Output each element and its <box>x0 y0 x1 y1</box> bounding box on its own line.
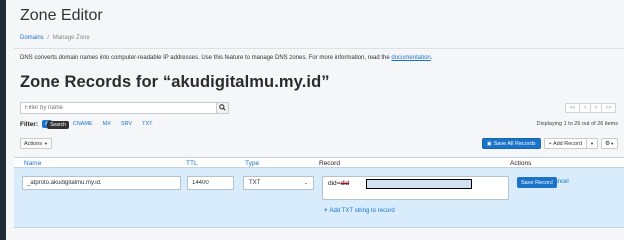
record-prefix: did= <box>328 180 341 187</box>
filter-srv[interactable]: SRV <box>121 121 132 127</box>
record-toolbar: ▣ Save All Records + Add Record ▼ ⚙ ▼ <box>481 138 618 149</box>
documentation-link[interactable]: documentation <box>391 55 430 61</box>
header-divider <box>14 48 624 49</box>
save-icon: ▣ <box>486 140 492 147</box>
ttl-field[interactable] <box>187 176 234 190</box>
type-filter-row: Filter: A Search CNAME MX SRV TXT <box>20 120 157 129</box>
search-button[interactable] <box>216 102 229 114</box>
chevron-down-icon: ▼ <box>590 141 594 146</box>
cancel-link[interactable]: Cancel <box>550 179 569 185</box>
type-select[interactable]: TXT ⌄ <box>243 176 314 190</box>
chevron-down-icon: ▼ <box>610 141 615 146</box>
header-actions: Actions <box>510 160 532 167</box>
filter-cname[interactable]: CNAME <box>73 121 93 127</box>
first-page-button[interactable]: << <box>565 103 580 113</box>
settings-button[interactable]: ⚙ ▼ <box>601 138 618 149</box>
intro-text: DNS converts domain names into computer-… <box>20 55 432 61</box>
chevron-down-icon: ⌄ <box>303 180 308 186</box>
header-name[interactable]: Name <box>24 160 41 167</box>
redacted-value <box>366 179 472 189</box>
intro-end: . <box>430 55 433 61</box>
header-ttl[interactable]: TTL <box>186 160 198 167</box>
displaying-count: Displaying 1 to 26 out of 26 items <box>536 121 618 127</box>
page-title: Zone Editor <box>20 7 103 24</box>
breadcrumb-separator: / <box>47 35 50 41</box>
save-all-label: Save All Records <box>493 140 536 147</box>
pagination: << < > >> <box>565 103 616 113</box>
search-tooltip: Search <box>47 121 69 129</box>
filter-input[interactable] <box>20 102 216 114</box>
last-page-button[interactable]: >> <box>601 103 616 113</box>
add-txt-string-link[interactable]: + Add TXT string to record <box>324 208 395 214</box>
filter-search <box>20 102 229 114</box>
header-type[interactable]: Type <box>245 160 259 167</box>
filter-label: Filter: <box>20 120 39 128</box>
type-select-value: TXT <box>249 180 261 186</box>
record-textarea[interactable]: did=did <box>322 176 509 200</box>
add-txt-label: Add TXT string to record <box>329 208 395 214</box>
name-field[interactable] <box>22 176 181 190</box>
breadcrumb: Domains / Manage Zone <box>20 35 90 41</box>
filter-mx[interactable]: MX <box>103 121 111 127</box>
record-prefix-struck: did <box>340 180 350 187</box>
save-all-records-button[interactable]: ▣ Save All Records <box>481 138 541 149</box>
filter-a-chip[interactable]: A Search <box>42 120 69 129</box>
add-record-button[interactable]: + Add Record <box>543 138 587 149</box>
table-row-editing: TXT ⌄ did=did Save Record Cancel +Add TX… <box>14 168 624 228</box>
actions-label: Actions <box>24 140 43 147</box>
filter-txt[interactable]: TXT <box>142 121 152 127</box>
zone-records-title: Zone Records for “akudigitalmu.my.id” <box>20 73 330 91</box>
plus-icon: + <box>324 208 328 214</box>
intro-body: DNS converts domain names into computer-… <box>20 55 392 61</box>
breadcrumb-domains[interactable]: Domains <box>20 35 44 41</box>
left-edge-bar <box>0 0 6 240</box>
search-icon <box>219 103 226 113</box>
page-header: Zone Editor <box>20 6 103 26</box>
breadcrumb-current: Manage Zone <box>52 35 90 41</box>
header-record: Record <box>319 160 340 167</box>
actions-dropdown[interactable]: Actions ▼ <box>20 138 53 149</box>
add-record-caret[interactable]: ▼ <box>587 138 598 149</box>
chevron-down-icon: ▼ <box>44 141 49 146</box>
table-header: Name TTL Type Record Actions <box>14 157 624 168</box>
